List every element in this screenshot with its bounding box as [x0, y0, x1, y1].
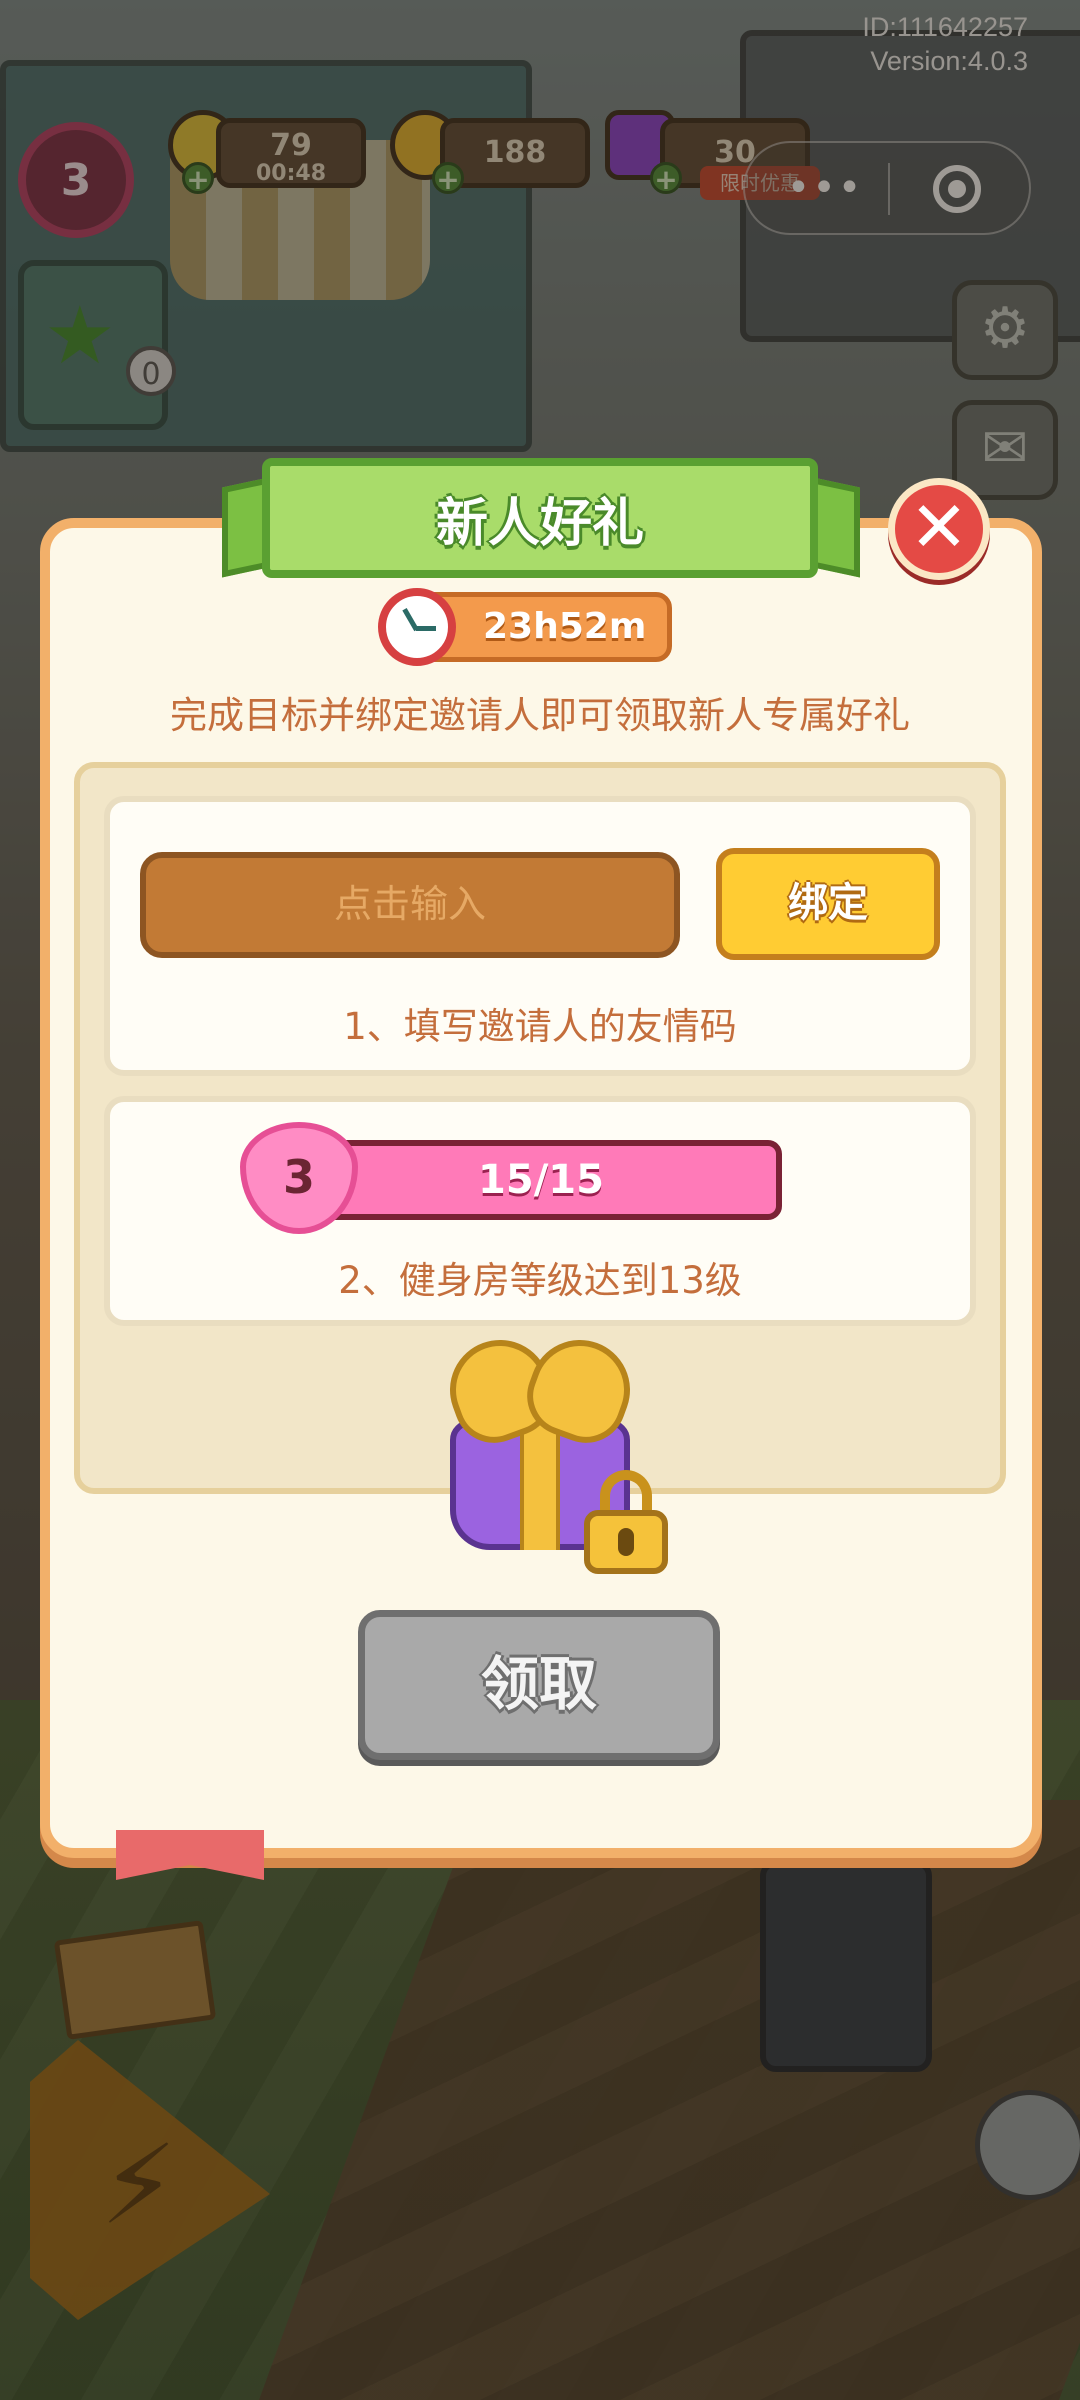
countdown-value: 23h52m: [483, 606, 647, 647]
gift-strap: [520, 1420, 560, 1550]
lock-icon: [584, 1470, 668, 1574]
lock-keyhole: [618, 1528, 634, 1556]
dialog-title-ribbon: 新人好礼: [262, 458, 818, 578]
invite-code-placeholder: 点击输入: [333, 882, 486, 926]
close-icon[interactable]: ✕: [888, 478, 990, 580]
heart-level: 3: [282, 1150, 315, 1204]
claim-button[interactable]: 领取: [358, 1610, 720, 1760]
task2-label: 2、健身房等级达到13级: [338, 1259, 742, 1302]
bind-button[interactable]: 绑定: [716, 848, 940, 960]
gym-level-progress-bar: 15/15: [300, 1140, 782, 1220]
task1-label: 1、填写邀请人的友情码: [343, 1005, 737, 1048]
dialog-subtitle: 完成目标并绑定邀请人即可领取新人专属好礼: [170, 694, 910, 737]
progress-text: 15/15: [478, 1157, 604, 1203]
clock-hand-minute: [416, 626, 436, 631]
invite-code-input[interactable]: 点击输入: [140, 852, 680, 958]
clock-icon: [378, 588, 456, 666]
dialog-title: 新人好礼: [435, 493, 644, 554]
